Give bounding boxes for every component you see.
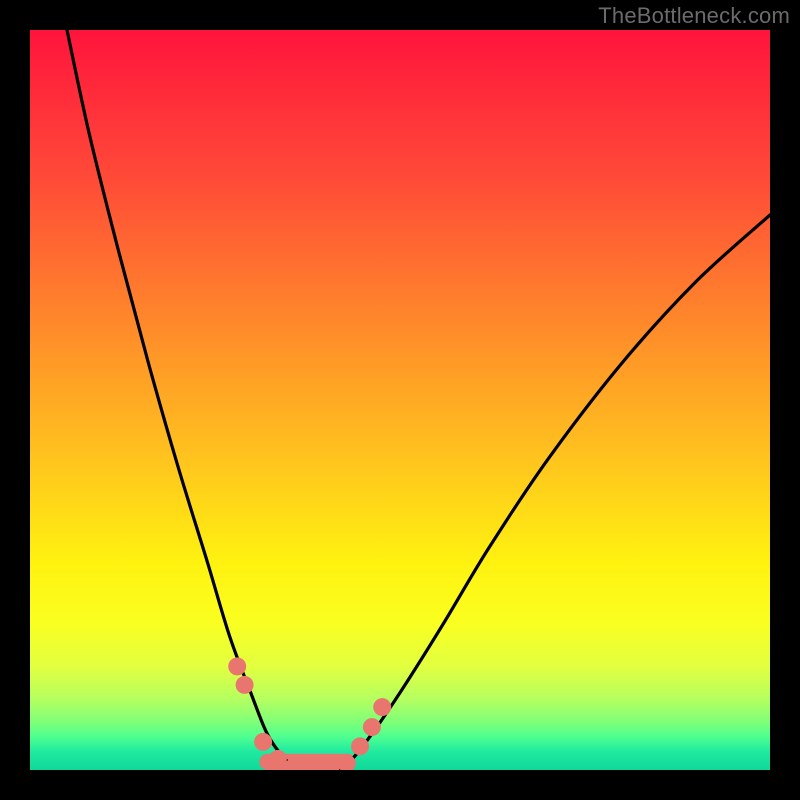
chart-frame: TheBottleneck.com [0,0,800,800]
background-gradient [30,30,770,770]
watermark-text: TheBottleneck.com [598,3,790,29]
plot-area [30,30,770,770]
